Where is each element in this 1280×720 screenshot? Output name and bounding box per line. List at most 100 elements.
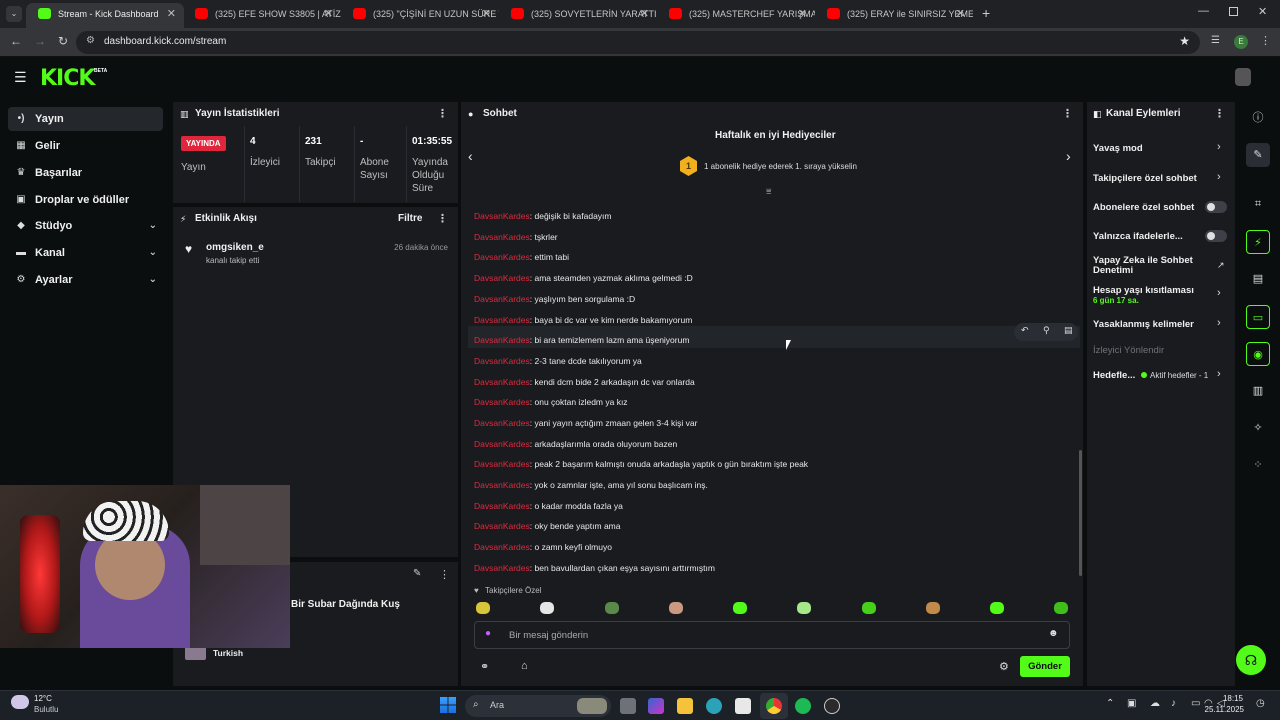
emote-icon[interactable] (540, 602, 554, 614)
weather-icon[interactable] (11, 695, 29, 709)
emote-icon[interactable] (605, 602, 619, 614)
edit-icon[interactable]: ✎ (413, 568, 421, 579)
sidebar-item-gelir[interactable]: ▦ Gelir (8, 134, 163, 158)
tab-kick-dashboard[interactable]: Stream - Kick Dashboard ✕ (26, 3, 184, 28)
hamburger-menu-icon[interactable]: ☰ (14, 69, 27, 86)
more-options-icon[interactable]: ⋮ (439, 568, 450, 581)
file-explorer-icon[interactable] (677, 698, 693, 714)
chat-username[interactable]: DavsanKardes (474, 439, 530, 449)
chevron-right-icon[interactable]: › (1217, 141, 1221, 153)
crop-icon[interactable]: ⌗ (1246, 192, 1270, 216)
tray-app-icon[interactable]: ▣ (1127, 698, 1136, 709)
show-hidden-icons-icon[interactable]: ⌃ (1106, 698, 1114, 709)
reply-icon[interactable]: ↶ (1021, 325, 1029, 336)
emote-icon[interactable] (926, 602, 940, 614)
close-window-icon[interactable]: ✕ (1258, 5, 1267, 18)
clock-date[interactable]: 25.11.2025 (1200, 705, 1244, 714)
info-icon[interactable]: ⓘ (1246, 106, 1270, 130)
microphone-icon[interactable]: ♪ (1171, 698, 1176, 709)
site-info-icon[interactable]: ⚙ (86, 35, 95, 46)
store-icon[interactable] (735, 698, 751, 714)
sidebar-item-basarilar[interactable]: ♛ Başarılar (8, 161, 163, 185)
store-icon[interactable]: ⌂ (521, 660, 528, 672)
new-tab-icon[interactable]: + (982, 5, 990, 21)
chat-username[interactable]: DavsanKardes (474, 459, 530, 469)
ai-moderation-item[interactable]: Yapay Zeka ile Sohbet Denetimi (1093, 256, 1205, 276)
collapse-banner-icon[interactable]: ⩸ (766, 186, 771, 197)
chat-username[interactable]: DavsanKardes (474, 480, 530, 490)
emote-icon[interactable] (733, 602, 747, 614)
language-tag[interactable]: Turkish (213, 648, 243, 658)
restore-icon[interactable] (1229, 7, 1238, 16)
emote-icon[interactable] (669, 602, 683, 614)
minimize-icon[interactable]: — (1198, 5, 1209, 17)
banned-words-item[interactable]: Yasaklanmış kelimeler (1093, 319, 1194, 330)
subscribers-chat-toggle[interactable] (1205, 201, 1227, 213)
external-link-icon[interactable]: ↗ (1217, 260, 1225, 271)
filter-button[interactable]: Filtre (398, 207, 422, 231)
tab-youtube-4[interactable]: (325) MASTERCHEF YARIŞMACI... ✕ (657, 3, 815, 28)
start-windows-icon[interactable] (440, 697, 456, 713)
chat-icon[interactable]: ▭ (1246, 305, 1270, 329)
sidebar-item-yayin[interactable]: •) Yayın (8, 107, 163, 131)
account-age-item[interactable]: Hesap yaşı kısıtlaması (1093, 285, 1194, 296)
microphone-icon[interactable]: ● (485, 628, 491, 639)
close-tab-icon[interactable]: ✕ (640, 3, 649, 25)
sidebar-item-ayarlar[interactable]: ⚙ Ayarlar ⌄ (8, 268, 163, 292)
back-icon[interactable]: ← (10, 34, 22, 48)
emote-icon[interactable] (862, 602, 876, 614)
more-options-icon[interactable]: ⋮ (1214, 102, 1225, 126)
chevron-right-icon[interactable]: › (1066, 148, 1071, 164)
chat-settings-gear-icon[interactable]: ⚙ (999, 660, 1009, 673)
tab-youtube-3[interactable]: (325) SOVYETLERİN YARATTIĞI... ✕ (499, 3, 657, 28)
close-tab-icon[interactable]: ✕ (167, 3, 176, 25)
chat-username[interactable]: DavsanKardes (474, 521, 530, 531)
wrench-icon[interactable]: ✧ (1246, 416, 1270, 440)
apps-icon[interactable]: ⁘ (1246, 453, 1270, 477)
chrome-icon[interactable] (766, 698, 782, 714)
spotify-icon[interactable] (795, 698, 811, 714)
event-user[interactable]: omgsiken_e (206, 242, 264, 253)
bookmark-star-icon[interactable]: ★ (1179, 34, 1190, 48)
support-chat-icon[interactable]: ☊ (1236, 645, 1266, 675)
url-field[interactable]: ⚙ dashboard.kick.com/stream ★ (76, 31, 1200, 54)
tab-youtube-5[interactable]: (325) ERAY ile SINIRSIZ YEMEK... ✕ (815, 3, 973, 28)
chevron-right-icon[interactable]: › (1217, 171, 1221, 183)
emote-icon[interactable] (990, 602, 1004, 614)
chat-input-box[interactable]: ● Bir mesaj gönderin ☻ (474, 621, 1070, 649)
chat-username[interactable]: DavsanKardes (474, 356, 530, 366)
followers-chat-item[interactable]: Takipçilere özel sohbet (1093, 173, 1197, 184)
lightning-icon[interactable]: ⚡ (1246, 230, 1270, 254)
profile-avatar[interactable]: E (1234, 35, 1248, 49)
pin-icon[interactable]: ⚲ (1043, 325, 1050, 336)
cloud-icon[interactable]: ☁ (1150, 698, 1160, 709)
reload-icon[interactable]: ↻ (58, 34, 68, 48)
chat-username[interactable]: DavsanKardes (474, 211, 530, 221)
goals-item[interactable]: Hedefle... (1093, 370, 1135, 381)
sidebar-item-droplar[interactable]: ▣ Droplar ve ödüller (8, 188, 163, 212)
chat-username[interactable]: DavsanKardes (474, 501, 530, 511)
chat-settings-link-icon[interactable]: ⚭ (480, 660, 489, 673)
close-tab-icon[interactable]: ✕ (956, 3, 965, 25)
close-tab-icon[interactable]: ✕ (482, 3, 491, 25)
edge-icon[interactable] (706, 698, 722, 714)
chevron-right-icon[interactable]: › (1217, 287, 1221, 299)
slow-mode-item[interactable]: Yavaş mod (1093, 143, 1143, 154)
forward-icon[interactable]: → (34, 34, 46, 48)
extensions-icon[interactable]: ☰ (1211, 35, 1220, 46)
chat-username[interactable]: DavsanKardes (474, 418, 530, 428)
emote-icon[interactable] (476, 602, 490, 614)
chevron-right-icon[interactable]: › (1217, 317, 1221, 329)
chevron-left-icon[interactable]: ‹ (468, 148, 473, 164)
storage-icon[interactable]: ▥ (1246, 379, 1270, 403)
user-avatar[interactable] (1235, 68, 1251, 86)
copilot-icon[interactable] (648, 698, 664, 714)
clock-time[interactable]: 18:15 (1221, 694, 1243, 703)
chat-username[interactable]: DavsanKardes (474, 294, 530, 304)
chevron-right-icon[interactable]: › (1217, 368, 1221, 380)
edit-pen-icon[interactable]: ✎ (1246, 143, 1270, 167)
sidebar-item-kanal[interactable]: ▬ Kanal ⌄ (8, 241, 163, 265)
sidebar-item-studyo[interactable]: ◆ Stüdyo ⌄ (8, 214, 163, 238)
taskbar-search[interactable]: ⌕ Ara (465, 695, 611, 717)
tab-youtube-1[interactable]: (325) EFE SHOW S3805 | ATİZ4... ✕ (183, 3, 341, 28)
